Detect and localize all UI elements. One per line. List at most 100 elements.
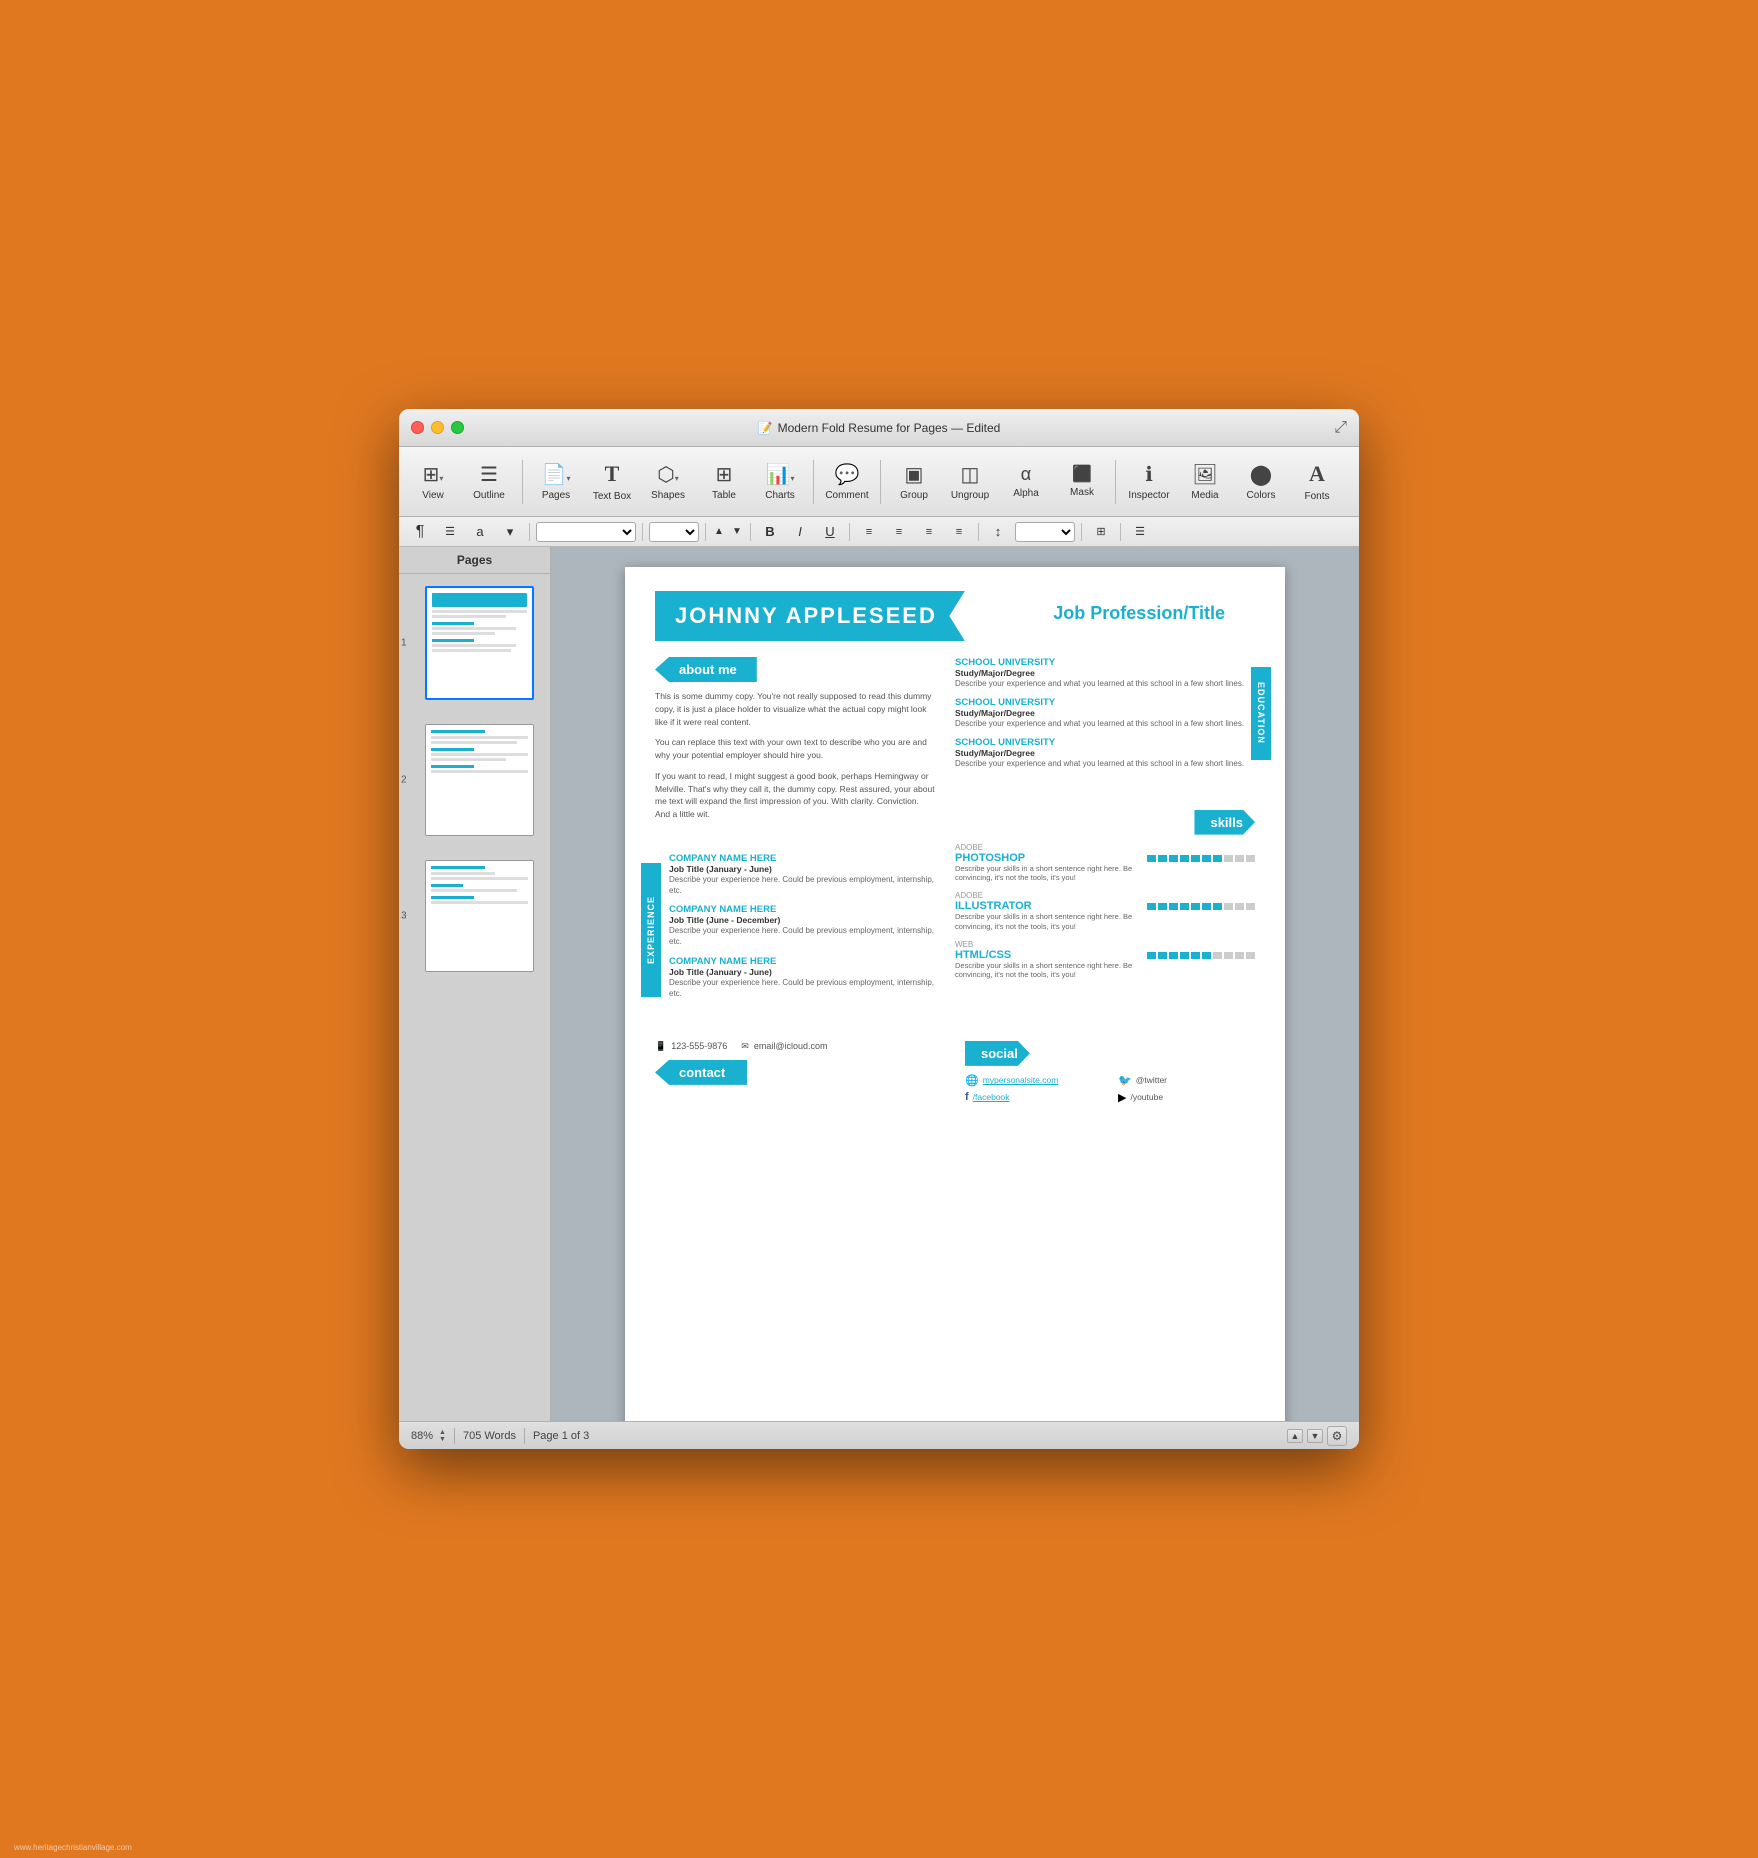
list-style-icon: ☰ — [437, 522, 463, 542]
skill-illustrator-info: ADOBE ILLUSTRATOR Describe your skills i… — [955, 891, 1137, 932]
phone-icon: 📱 — [655, 1041, 666, 1052]
minimize-button[interactable] — [431, 421, 444, 434]
website-link[interactable]: mypersonalsite.com — [983, 1075, 1059, 1085]
experience-label: experience — [646, 896, 656, 964]
window-resize-btn[interactable]: ⤢ — [1334, 419, 1347, 437]
about-text-3: If you want to read, I might suggest a g… — [655, 770, 935, 821]
zoom-stepper[interactable]: ▲ ▼ — [439, 1429, 446, 1443]
exp-entry-3: COMPANY NAME HERE Job Title (January - J… — [669, 956, 935, 999]
page-1-number: 1 — [401, 638, 407, 649]
exp-entry-2: COMPANY NAME HERE Job Title (June - Dece… — [669, 904, 935, 947]
shapes-icon: ⬡▾ — [657, 463, 678, 487]
contact-section: 📱 123-555-9876 ✉ email@icloud.com contac… — [655, 1041, 945, 1085]
skill-adobe2-label: ADOBE — [955, 891, 1137, 900]
media-button[interactable]: 🖼 Media — [1179, 453, 1231, 511]
text-style-a-icon: a — [467, 522, 493, 542]
exp-company-3: COMPANY NAME HERE — [669, 956, 935, 967]
mac-window: 📝 Modern Fold Resume for Pages — Edited … — [399, 409, 1359, 1449]
line-spacing-select[interactable] — [1015, 522, 1075, 542]
about-me-tag: about me — [655, 657, 757, 682]
page-3-container: 3 — [417, 854, 542, 978]
zoom-down[interactable]: ▼ — [439, 1436, 446, 1443]
page-3-thumbnail[interactable] — [425, 860, 534, 972]
colors-button[interactable]: ⬤ Colors — [1235, 453, 1287, 511]
font-size-select[interactable] — [649, 522, 699, 542]
skills-section: skills ADOBE PHOTOSHOP Describe your ski… — [955, 810, 1255, 981]
twitter-handle: @twitter — [1136, 1075, 1167, 1085]
exp-company-1: COMPANY NAME HERE — [669, 853, 935, 864]
exp-desc-3: Describe your experience here. Could be … — [669, 977, 935, 999]
font-size-stepper[interactable]: ▲ — [712, 522, 726, 542]
document-area[interactable]: JOHNNY APPLESEED Job Profession/Title ab… — [551, 547, 1359, 1421]
align-left-button[interactable]: ≡ — [856, 522, 882, 542]
edu-degree-3: Study/Major/Degree — [955, 748, 1255, 758]
exp-title-2: Job Title (June - December) — [669, 915, 935, 925]
group-button[interactable]: ▣ Group — [888, 453, 940, 511]
toolbar: ⊞▾ View ☰ Outline 📄▾ Pages T Text Box ⬡▾… — [399, 447, 1359, 517]
next-page-button[interactable]: ▼ — [1307, 1429, 1323, 1443]
email-address: email@icloud.com — [754, 1041, 828, 1051]
textbox-button[interactable]: T Text Box — [586, 453, 638, 511]
format-separator-8 — [1120, 523, 1121, 541]
outline-button[interactable]: ☰ Outline — [463, 453, 515, 511]
toolbar-separator — [522, 460, 523, 504]
charts-icon: 📊▾ — [766, 463, 795, 487]
inspector-button[interactable]: ℹ Inspector — [1123, 453, 1175, 511]
format-separator-2 — [642, 523, 643, 541]
bold-button[interactable]: B — [757, 522, 783, 542]
youtube-icon: ▶ — [1118, 1091, 1126, 1104]
font-size-stepper-down[interactable]: ▼ — [730, 522, 744, 542]
format-separator-6 — [978, 523, 979, 541]
education-entries: SCHOOL UNIVERSITY Study/Major/Degree Des… — [955, 657, 1255, 770]
align-justify-button[interactable]: ≡ — [946, 522, 972, 542]
colors-icon: ⬤ — [1250, 463, 1272, 487]
fullscreen-button[interactable] — [451, 421, 464, 434]
media-icon: 🖼 — [1192, 463, 1217, 487]
list-options-icon[interactable]: ☰ — [1127, 522, 1153, 542]
format-separator-4 — [750, 523, 751, 541]
shapes-button[interactable]: ⬡▾ Shapes — [642, 453, 694, 511]
align-right-button[interactable]: ≡ — [916, 522, 942, 542]
table-button[interactable]: ⊞ Table — [698, 453, 750, 511]
close-button[interactable] — [411, 421, 424, 434]
charts-button[interactable]: 📊▾ Charts — [754, 453, 806, 511]
mask-button[interactable]: ⬛ Mask — [1056, 453, 1108, 511]
youtube-handle: /youtube — [1130, 1092, 1163, 1102]
skill-htmlcss-bars — [1147, 952, 1255, 959]
name-banner: JOHNNY APPLESEED — [655, 591, 965, 641]
align-center-button[interactable]: ≡ — [886, 522, 912, 542]
zoom-up[interactable]: ▲ — [439, 1429, 446, 1436]
page-1-container: 1 — [417, 580, 542, 706]
format-separator-1 — [529, 523, 530, 541]
comment-button[interactable]: 💬 Comment — [821, 453, 873, 511]
underline-button[interactable]: U — [817, 522, 843, 542]
fonts-button[interactable]: A Fonts — [1291, 453, 1343, 511]
status-sep-1 — [454, 1428, 455, 1444]
zoom-control[interactable]: 88% ▲ ▼ — [411, 1429, 446, 1443]
email-item: ✉ email@icloud.com — [741, 1041, 827, 1052]
columns-icon: ⊞ — [1088, 522, 1114, 542]
toolbar-separator-2 — [813, 460, 814, 504]
phone-item: 📱 123-555-9876 — [655, 1041, 727, 1052]
prev-page-button[interactable]: ▲ — [1287, 1429, 1303, 1443]
skill-illustrator: ADOBE ILLUSTRATOR Describe your skills i… — [955, 891, 1255, 932]
phone-number: 123-555-9876 — [671, 1041, 727, 1051]
skill-photoshop-desc: Describe your skills in a short sentence… — [955, 864, 1137, 884]
pages-icon: 📄▾ — [542, 463, 571, 487]
exp-company-2: COMPANY NAME HERE — [669, 904, 935, 915]
alpha-button[interactable]: α Alpha — [1000, 453, 1052, 511]
social-tag: social — [965, 1041, 1030, 1066]
view-button[interactable]: ⊞▾ View — [407, 453, 459, 511]
italic-button[interactable]: I — [787, 522, 813, 542]
font-family-select[interactable] — [536, 522, 636, 542]
social-grid: 🌐 mypersonalsite.com 🐦 @twitter f /faceb… — [965, 1074, 1255, 1104]
inspector-icon: ℹ — [1145, 463, 1153, 487]
view-options-button[interactable]: ⚙ — [1327, 1426, 1347, 1446]
facebook-link[interactable]: /facebook — [973, 1092, 1010, 1102]
ungroup-button[interactable]: ◫ Ungroup — [944, 453, 996, 511]
text-style-dropdown[interactable]: ▾ — [497, 522, 523, 542]
page-2-thumbnail[interactable] — [425, 724, 534, 836]
page-1-thumbnail[interactable] — [425, 586, 534, 700]
paragraph-style-icon: ¶ — [407, 522, 433, 542]
pages-button[interactable]: 📄▾ Pages — [530, 453, 582, 511]
